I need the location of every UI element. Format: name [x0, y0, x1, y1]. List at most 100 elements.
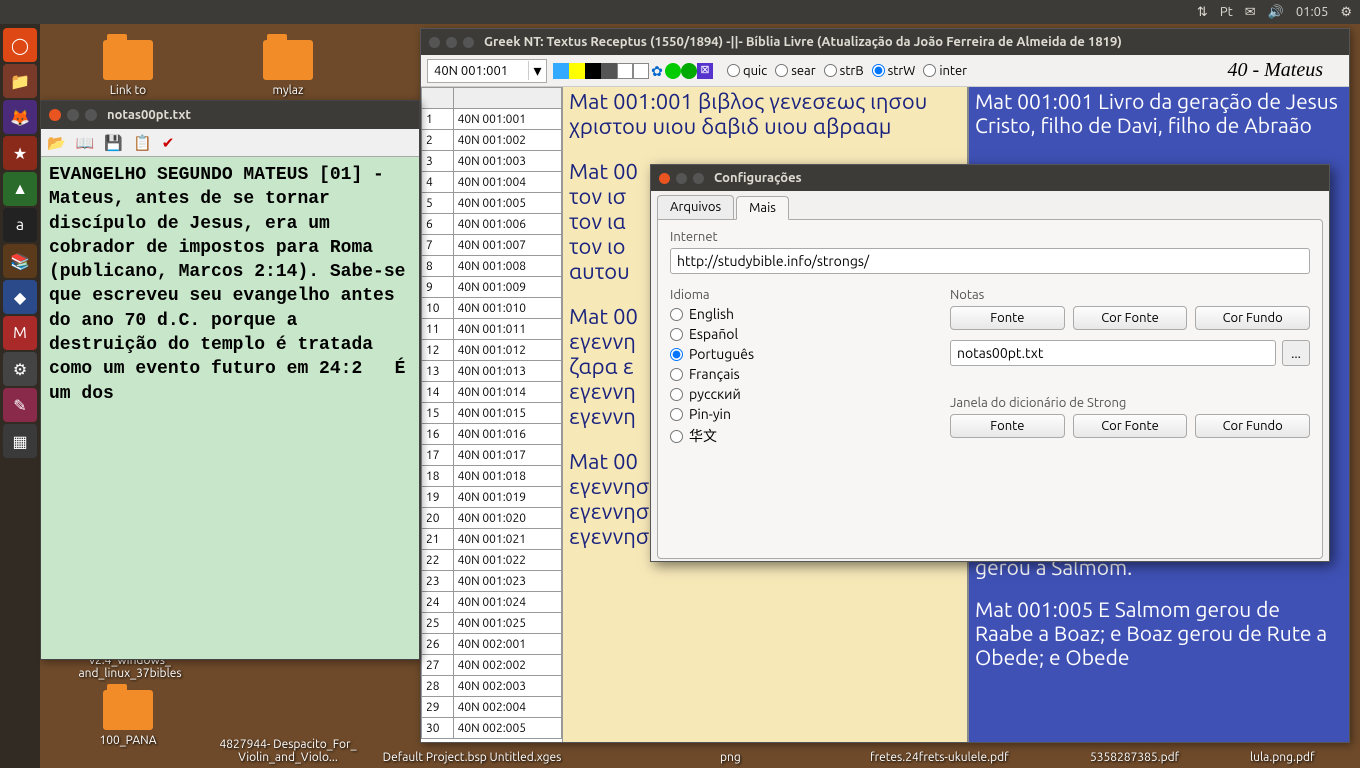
tool-icon[interactable]	[553, 63, 569, 79]
cor-fonte-button[interactable]: Cor Fonte	[1073, 306, 1188, 330]
verse-selector[interactable]: ▾	[427, 59, 547, 83]
tool-icon[interactable]	[601, 63, 617, 79]
language-option[interactable]: Pin-yin	[670, 406, 930, 422]
close-icon[interactable]	[49, 109, 61, 121]
table-row[interactable]: 2540N 001:025	[422, 613, 562, 634]
radio-inter[interactable]: inter	[923, 64, 967, 78]
minimize-icon[interactable]	[446, 37, 457, 48]
chevron-down-icon[interactable]: ▾	[528, 61, 546, 80]
language-option[interactable]: English	[670, 306, 930, 322]
desktop-icon[interactable]: Link to	[88, 40, 168, 97]
maximize-icon[interactable]	[693, 173, 704, 184]
radio-quic[interactable]: quic	[727, 64, 767, 78]
cor-fonte-button-strong[interactable]: Cor Fonte	[1073, 414, 1188, 438]
app-icon[interactable]: ⚙	[3, 352, 37, 386]
save-icon[interactable]: 💾	[104, 134, 123, 152]
keyboard-lang[interactable]: Pt	[1220, 5, 1233, 19]
app-icon[interactable]: 📚	[3, 244, 37, 278]
tool-icon[interactable]	[585, 63, 601, 79]
table-row[interactable]: 640N 001:006	[422, 214, 562, 235]
app-icon[interactable]: ◆	[3, 280, 37, 314]
maximize-icon[interactable]	[85, 109, 97, 121]
window-titlebar[interactable]: notas00pt.txt	[41, 101, 419, 129]
dash-icon[interactable]: ◯	[3, 28, 37, 62]
table-row[interactable]: 2140N 001:021	[422, 529, 562, 550]
tool-icon[interactable]	[569, 63, 585, 79]
table-row[interactable]: 2440N 001:024	[422, 592, 562, 613]
verse-input[interactable]	[428, 64, 528, 78]
desktop-file[interactable]: png	[720, 751, 741, 764]
table-row[interactable]: 2740N 002:002	[422, 655, 562, 676]
table-row[interactable]: 2640N 002:001	[422, 634, 562, 655]
desktop-file[interactable]: 4827944- Despacito_For_ Violin_and_Violo…	[218, 738, 358, 764]
table-row[interactable]: 1240N 001:012	[422, 340, 562, 361]
close-icon[interactable]	[429, 37, 440, 48]
open-icon[interactable]: 📂	[47, 134, 66, 152]
desktop-icon[interactable]: 100_PANA	[88, 690, 168, 747]
desktop-file[interactable]: Default Project.bsp Untitled.xges	[372, 751, 572, 764]
cor-fundo-button[interactable]: Cor Fundo	[1195, 306, 1310, 330]
internet-url-input[interactable]	[670, 248, 1310, 274]
window-titlebar[interactable]: Greek NT: Textus Receptus (1550/1894) -|…	[421, 29, 1349, 55]
language-option[interactable]: русский	[670, 386, 930, 402]
radio-strb[interactable]: strB	[824, 64, 864, 78]
maximize-icon[interactable]	[463, 37, 474, 48]
table-row[interactable]: 440N 001:004	[422, 172, 562, 193]
mail-icon[interactable]: ✉	[1245, 5, 1256, 20]
radio-strw[interactable]: strW	[872, 64, 916, 78]
table-row[interactable]: 2840N 002:003	[422, 676, 562, 697]
check-icon[interactable]: ✔	[162, 134, 175, 152]
book-icon[interactable]: 📖	[76, 134, 95, 152]
app-icon[interactable]: ▲	[3, 172, 37, 206]
network-icon[interactable]: ⇅	[1197, 5, 1208, 20]
close-icon[interactable]	[659, 173, 670, 184]
desktop-file[interactable]: lula.png.pdf	[1250, 751, 1315, 764]
amazon-icon[interactable]: a	[3, 208, 37, 242]
language-option[interactable]: 华文	[670, 426, 930, 446]
table-row[interactable]: 240N 001:002	[422, 130, 562, 151]
tool-icon[interactable]	[617, 63, 633, 79]
gear-icon[interactable]: ⚙	[1340, 5, 1352, 20]
reference-table[interactable]: 140N 001:001240N 001:002340N 001:003440N…	[421, 87, 563, 742]
table-row[interactable]: 1640N 001:016	[422, 424, 562, 445]
files-icon[interactable]: 📁	[3, 64, 37, 98]
tab-mais[interactable]: Mais	[736, 196, 789, 220]
app-icon[interactable]: ✎	[3, 388, 37, 422]
table-row[interactable]: 2940N 002:004	[422, 697, 562, 718]
desktop-file[interactable]: fretes.24frets-ukulele.pdf	[870, 751, 1009, 764]
table-row[interactable]: 2240N 001:022	[422, 550, 562, 571]
table-row[interactable]: 540N 001:005	[422, 193, 562, 214]
radio-sear[interactable]: sear	[775, 64, 815, 78]
browse-button[interactable]: ...	[1282, 340, 1310, 366]
app-icon[interactable]: ★	[3, 136, 37, 170]
table-row[interactable]: 1840N 001:018	[422, 466, 562, 487]
table-row[interactable]: 340N 001:003	[422, 151, 562, 172]
table-row[interactable]: 940N 001:009	[422, 277, 562, 298]
window-titlebar[interactable]: Configurações	[651, 165, 1329, 191]
table-row[interactable]: 1940N 001:019	[422, 487, 562, 508]
app-icon[interactable]: ▦	[3, 424, 37, 458]
tool-icon[interactable]	[665, 63, 681, 79]
desktop-file[interactable]: 5358287385.pdf	[1090, 751, 1179, 764]
cor-fundo-button-strong[interactable]: Cor Fundo	[1195, 414, 1310, 438]
table-row[interactable]: 1740N 001:017	[422, 445, 562, 466]
notes-text[interactable]: EVANGELHO SEGUNDO MATEUS [01] - Mateus, …	[41, 157, 419, 412]
table-row[interactable]: 140N 001:001	[422, 109, 562, 130]
table-row[interactable]: 1540N 001:015	[422, 403, 562, 424]
fonte-button[interactable]: Fonte	[950, 306, 1065, 330]
notas-file-input[interactable]	[950, 340, 1276, 366]
table-row[interactable]: 1140N 001:011	[422, 319, 562, 340]
table-row[interactable]: 1340N 001:013	[422, 361, 562, 382]
desktop-icon[interactable]: mylaz	[248, 40, 328, 97]
table-row[interactable]: 2340N 001:023	[422, 571, 562, 592]
volume-icon[interactable]: 🔊	[1268, 5, 1284, 20]
tool-icon[interactable]	[633, 63, 649, 79]
fonte-button-strong[interactable]: Fonte	[950, 414, 1065, 438]
clock[interactable]: 01:05	[1296, 5, 1329, 19]
minimize-icon[interactable]	[67, 109, 79, 121]
copy-icon[interactable]: 📋	[133, 134, 152, 152]
firefox-icon[interactable]: 🦊	[3, 100, 37, 134]
table-row[interactable]: 740N 001:007	[422, 235, 562, 256]
minimize-icon[interactable]	[676, 173, 687, 184]
table-row[interactable]: 1040N 001:010	[422, 298, 562, 319]
